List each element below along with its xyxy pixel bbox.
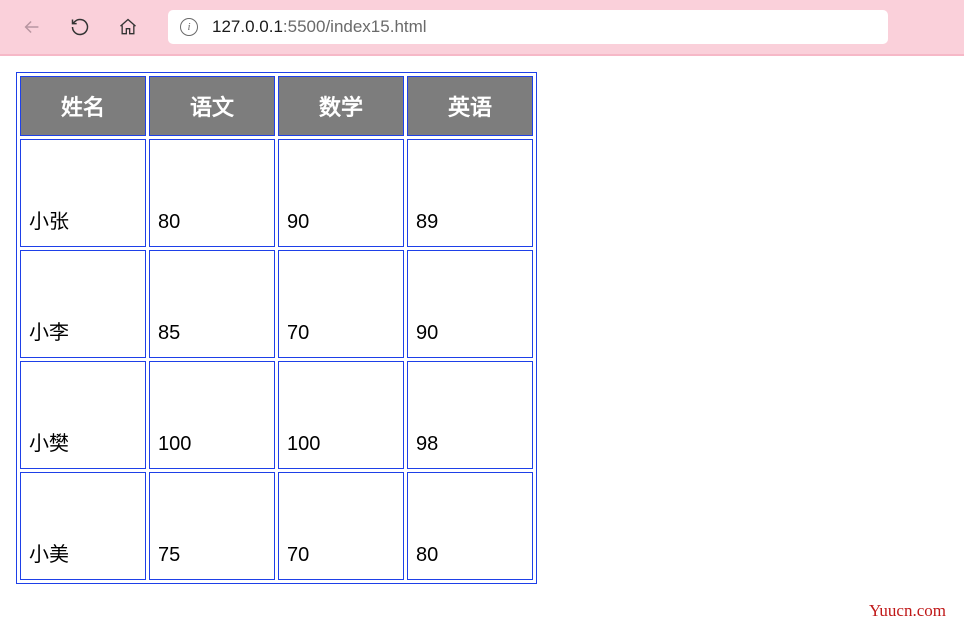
home-button[interactable] — [108, 7, 148, 47]
cell-name: 小李 — [20, 250, 146, 358]
browser-toolbar: i 127.0.0.1:5500/index15.html — [0, 0, 964, 56]
grades-table: 姓名 语文 数学 英语 小张 80 90 89 小李 85 70 90 小樊 1… — [16, 72, 537, 584]
reload-button[interactable] — [60, 7, 100, 47]
cell-math: 70 — [278, 250, 404, 358]
arrow-left-icon — [21, 16, 43, 38]
cell-math: 100 — [278, 361, 404, 469]
cell-english: 90 — [407, 250, 533, 358]
cell-chinese: 75 — [149, 472, 275, 580]
col-math: 数学 — [278, 76, 404, 136]
cell-name: 小樊 — [20, 361, 146, 469]
cell-math: 70 — [278, 472, 404, 580]
cell-name: 小美 — [20, 472, 146, 580]
reload-icon — [70, 17, 90, 37]
cell-math: 90 — [278, 139, 404, 247]
cell-chinese: 85 — [149, 250, 275, 358]
site-info-icon[interactable]: i — [180, 18, 198, 36]
col-chinese: 语文 — [149, 76, 275, 136]
col-name: 姓名 — [20, 76, 146, 136]
cell-name: 小张 — [20, 139, 146, 247]
page-content: 姓名 语文 数学 英语 小张 80 90 89 小李 85 70 90 小樊 1… — [0, 56, 964, 600]
cell-english: 80 — [407, 472, 533, 580]
url-text: 127.0.0.1:5500/index15.html — [212, 17, 427, 37]
cell-english: 89 — [407, 139, 533, 247]
cell-english: 98 — [407, 361, 533, 469]
table-header-row: 姓名 语文 数学 英语 — [20, 76, 533, 136]
table-row: 小张 80 90 89 — [20, 139, 533, 247]
cell-chinese: 80 — [149, 139, 275, 247]
table-row: 小李 85 70 90 — [20, 250, 533, 358]
table-row: 小樊 100 100 98 — [20, 361, 533, 469]
watermark: Yuucn.com — [869, 601, 946, 621]
table-row: 小美 75 70 80 — [20, 472, 533, 580]
back-button[interactable] — [12, 7, 52, 47]
col-english: 英语 — [407, 76, 533, 136]
address-bar[interactable]: i 127.0.0.1:5500/index15.html — [168, 10, 888, 44]
home-icon — [118, 17, 138, 37]
cell-chinese: 100 — [149, 361, 275, 469]
